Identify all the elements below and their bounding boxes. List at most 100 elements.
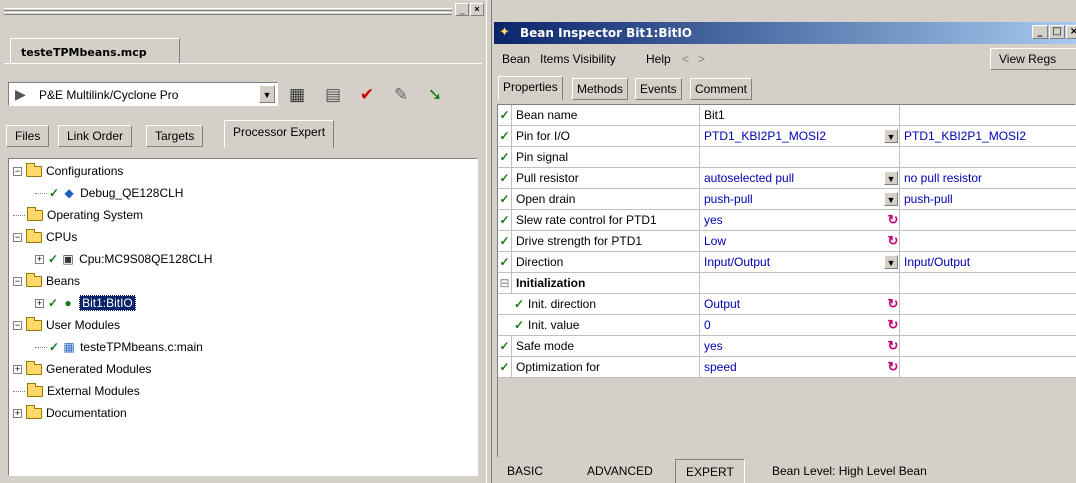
property-value[interactable]: autoselected pull <box>700 168 900 189</box>
tab-targets[interactable]: Targets <box>146 125 204 147</box>
check-icon[interactable]: ✓ <box>498 105 512 126</box>
tree-item-documentation[interactable]: + Documentation <box>13 403 127 423</box>
property-row[interactable]: ✓ Init. value 0 ↻ <box>498 315 1076 336</box>
menu-bean[interactable]: Bean <box>502 52 530 66</box>
property-row[interactable]: ✓ Bean name Bit1 <box>498 105 1076 126</box>
property-value[interactable]: Output <box>700 294 900 315</box>
panel-grip[interactable] <box>4 6 452 16</box>
property-row[interactable]: ✓ Optimization for speed ↻ <box>498 357 1076 378</box>
property-value[interactable]: yes <box>700 336 900 357</box>
run-icon[interactable]: ➘ <box>424 84 446 106</box>
close-button[interactable]: × <box>1066 25 1076 39</box>
tree-item-external-modules[interactable]: External Modules <box>13 381 140 401</box>
toggle-value-icon[interactable]: ↻ <box>886 231 900 252</box>
chevron-down-icon[interactable]: ▼ <box>884 129 898 143</box>
tab-comment[interactable]: Comment <box>690 78 753 100</box>
property-group-row[interactable]: ⊟ Initialization <box>498 273 1076 294</box>
tree-item-cpu[interactable]: + ✓ ▣ Cpu:MC9S08QE128CLH <box>35 249 212 269</box>
check-icon[interactable]: ✓ <box>498 357 512 378</box>
property-row[interactable]: ✓ Pin for I/O PTD1_KBI2P1_MOSI2 ▼ PTD1_K… <box>498 126 1076 147</box>
check-icon[interactable]: ✓ <box>498 168 512 189</box>
check-icon[interactable]: ✓ <box>498 231 512 252</box>
collapse-icon[interactable]: − <box>13 233 22 243</box>
maximize-button[interactable]: □ <box>1049 25 1065 39</box>
check-icon[interactable]: ✓ <box>498 189 512 210</box>
tree-item-cpus[interactable]: − CPUs <box>13 227 77 247</box>
check-icon[interactable]: ✔ <box>356 84 378 106</box>
check-icon[interactable]: ✓ <box>498 210 512 231</box>
panel-minimize-button[interactable]: ‗ <box>455 3 469 16</box>
tree-item-main-module[interactable]: ✓ ▦ testeTPMbeans.c:main <box>35 337 203 357</box>
collapse-icon[interactable]: − <box>13 167 22 177</box>
property-value[interactable]: 0 <box>700 315 900 336</box>
property-row[interactable]: ✓ Slew rate control for PTD1 yes ↻ <box>498 210 1076 231</box>
chip-icon[interactable]: ▦ <box>286 84 308 106</box>
check-icon[interactable]: ✓ <box>498 336 512 357</box>
panel-close-button[interactable]: × <box>470 3 484 16</box>
property-row[interactable]: ✓ Direction Input/Output ▼ Input/Output <box>498 252 1076 273</box>
tab-properties[interactable]: Properties <box>498 76 563 100</box>
tab-files[interactable]: Files <box>6 125 50 147</box>
project-tree[interactable]: − Configurations ✓ ◆ Debug_QE128CLH Operati… <box>8 158 478 476</box>
check-icon[interactable]: ✓ <box>514 294 524 314</box>
property-row[interactable]: ✓ Drive strength for PTD1 Low ↻ <box>498 231 1076 252</box>
expand-icon[interactable]: + <box>13 409 22 419</box>
tab-link-order[interactable]: Link Order <box>58 125 133 147</box>
tree-item-bit1[interactable]: + ✓ ● Bit1:BitIO <box>35 293 136 313</box>
debug-icon[interactable]: ✎ <box>390 84 412 106</box>
view-regs-button[interactable]: View Regs <box>990 48 1076 70</box>
chevron-down-icon[interactable]: ▼ <box>259 85 275 103</box>
chevron-down-icon[interactable]: ▼ <box>884 255 898 269</box>
check-icon[interactable]: ✓ <box>498 126 512 147</box>
toggle-value-icon[interactable]: ↻ <box>886 315 900 336</box>
collapse-icon[interactable]: − <box>13 277 22 287</box>
tree-item-configurations[interactable]: − Configurations <box>13 161 123 181</box>
tab-expert[interactable]: EXPERT <box>675 459 745 483</box>
expand-icon[interactable]: + <box>35 299 44 309</box>
property-row[interactable]: ✓ Init. direction Output ↻ <box>498 294 1076 315</box>
check-icon[interactable]: ✓ <box>514 315 524 335</box>
tree-item-debug-config[interactable]: ✓ ◆ Debug_QE128CLH <box>35 183 183 203</box>
tab-methods[interactable]: Methods <box>572 78 629 100</box>
tab-advanced[interactable]: ADVANCED <box>577 459 663 483</box>
property-value[interactable]: push-pull <box>700 189 900 210</box>
property-value[interactable]: PTD1_KBI2P1_MOSI2 <box>700 126 900 147</box>
tree-item-generated-modules[interactable]: + Generated Modules <box>13 359 151 379</box>
menu-help[interactable]: Help <box>646 52 671 66</box>
collapse-icon[interactable]: − <box>13 321 22 331</box>
toggle-value-icon[interactable]: ↻ <box>886 336 900 357</box>
chevron-down-icon[interactable]: ▼ <box>884 192 898 206</box>
back-button[interactable]: < <box>682 52 689 66</box>
forward-button[interactable]: > <box>698 52 705 66</box>
property-row[interactable]: ✓ Safe mode yes ↻ <box>498 336 1076 357</box>
property-row[interactable]: ✓ Pull resistor autoselected pull ▼ no p… <box>498 168 1076 189</box>
property-value[interactable]: speed <box>700 357 900 378</box>
toggle-value-icon[interactable]: ↻ <box>886 210 900 231</box>
tree-item-beans[interactable]: − Beans <box>13 271 80 291</box>
tree-item-user-modules[interactable]: − User Modules <box>13 315 120 335</box>
check-icon[interactable]: ✓ <box>498 147 512 168</box>
tab-basic[interactable]: BASIC <box>497 459 554 483</box>
window-title-bar[interactable]: ✦ Bean Inspector Bit1:BitIO _ □ × <box>494 22 1076 44</box>
expand-icon[interactable]: + <box>35 255 44 265</box>
project-tab[interactable]: testeTPMbeans.mcp <box>10 38 180 64</box>
menu-items-visibility[interactable]: Items Visibility <box>540 52 616 66</box>
property-row[interactable]: ✓ Open drain push-pull ▼ push-pull <box>498 189 1076 210</box>
property-value[interactable]: yes <box>700 210 900 231</box>
expand-icon[interactable]: + <box>13 365 22 375</box>
tree-item-operating-system[interactable]: Operating System <box>13 205 143 225</box>
toggle-value-icon[interactable]: ↻ <box>886 294 900 315</box>
tab-events[interactable]: Events <box>635 78 682 100</box>
minimize-button[interactable]: _ <box>1032 25 1048 39</box>
property-value[interactable]: Input/Output <box>700 252 900 273</box>
tab-processor-expert[interactable]: Processor Expert <box>224 120 335 148</box>
collapse-icon[interactable]: ⊟ <box>498 273 512 294</box>
target-combo[interactable]: ▶ P&E Multilink/Cyclone Pro ▼ <box>8 82 278 106</box>
property-row[interactable]: ✓ Pin signal <box>498 147 1076 168</box>
property-value[interactable]: Low <box>700 231 900 252</box>
toggle-value-icon[interactable]: ↻ <box>886 357 900 378</box>
chevron-down-icon[interactable]: ▼ <box>884 171 898 185</box>
property-value[interactable]: Bit1 <box>700 105 900 126</box>
settings-icon[interactable]: ▤ <box>322 84 344 106</box>
check-icon[interactable]: ✓ <box>498 252 512 273</box>
